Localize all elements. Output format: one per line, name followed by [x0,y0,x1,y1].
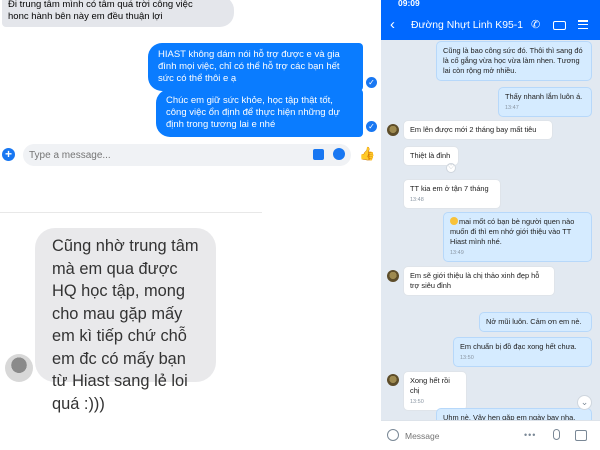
status-time: 09:09 [398,0,420,8]
message-bubble-incoming: Xong hết rồi chị 13:50 [403,371,467,411]
menu-icon[interactable] [578,20,588,30]
message-input[interactable] [23,144,351,166]
zalo-chat-screen: 09:09 ‹ Đường Nhựt Linh K95-1 ✆ Cũng là … [381,0,600,450]
message-composer: + 👍 [0,140,381,170]
message-text: Em sẽ giới thiệu là chị thảo xinh đẹp hỗ… [410,271,540,290]
message-text: Nở mũi luôn. Cảm ơn em nè. [486,317,582,326]
image-icon[interactable] [575,430,587,441]
scroll-down-icon[interactable]: ⌄ [577,395,592,410]
more-icon[interactable]: ••• [524,430,536,440]
messenger-chat-panel: Đi trung tâm mình có tâm quá trời công v… [0,0,381,175]
emoji-icon[interactable] [387,429,399,441]
outgoing-message: Chúc em giữ sức khỏe, học tập thật tốt, … [156,89,363,137]
message-composer: ••• [381,420,600,450]
message-time: 13:50 [460,355,474,361]
message-text: Thấy nhanh lắm luôn á. [505,92,583,101]
message-text: Em lên được mới 2 tháng bay mất tiêu [410,125,537,134]
message-text: Cũng là bao công sức đó. Thôi thì sang đ… [443,46,583,75]
message-bubble-outgoing: Cũng là bao công sức đó. Thôi thì sang đ… [436,41,592,81]
microphone-icon[interactable] [553,429,560,440]
message-time: 13:47 [505,105,519,111]
message-bubble-incoming: Em sẽ giới thiệu là chị thảo xinh đẹp hỗ… [403,266,555,296]
plus-icon[interactable]: + [2,148,15,161]
message-bubble: Cũng nhờ trung tâm mà em qua được HQ học… [35,228,216,413]
message-bubble-outgoing: Thấy nhanh lắm luôn á. 13:47 [498,87,592,117]
message-bubble-outgoing: Em chuẩn bị đồ đạc xong hết chưa. 13:50 [453,337,592,367]
message-input[interactable] [405,428,515,444]
avatar [387,374,399,386]
avatar [387,270,399,282]
message-text: Thiệt là đỉnh [410,151,451,160]
avatar [387,124,399,136]
message-time: 13:49 [450,250,464,256]
check-icon: ✓ [366,77,377,88]
avatar [5,354,33,382]
check-icon: ✓ [366,121,377,132]
contact-name[interactable]: Đường Nhựt Linh K95-1 [411,20,523,31]
emoji-icon[interactable] [333,148,345,160]
message-text: mai mốt có bạn bè người quen nào muốn đi… [450,217,575,246]
message-text: Xong hết rồi chị [410,376,450,395]
phone-icon[interactable]: ✆ [531,18,540,31]
status-bar: 09:09 [381,0,600,12]
video-call-icon[interactable] [553,21,566,30]
message-time: 13:48 [410,197,424,203]
heart-icon[interactable]: ♡ [446,163,456,173]
message-bubble-outgoing: mai mốt có bạn bè người quen nào muốn đi… [443,212,592,262]
smiley-icon [450,217,458,225]
message-bubble-incoming: TT kia em ở tận 7 tháng 13:48 [403,179,501,209]
divider [0,212,262,213]
message-bubble-outgoing: Nở mũi luôn. Cảm ơn em nè. [479,312,592,332]
outgoing-message: HIAST không dám nói hỗ trợ được e và gia… [148,43,363,91]
message-text: Cũng nhờ trung tâm mà em qua được HQ học… [52,237,199,413]
like-icon[interactable]: 👍 [359,146,375,162]
sticker-icon[interactable] [313,149,324,160]
message-text: TT kia em ở tận 7 tháng [410,184,489,193]
message-time: 13:50 [410,399,424,405]
back-arrow-icon[interactable]: ‹ [390,16,395,34]
message-text: Em chuẩn bị đồ đạc xong hết chưa. [460,342,577,351]
chat-header: ‹ Đường Nhựt Linh K95-1 ✆ [381,12,600,40]
incoming-message: Đi trung tâm mình có tâm quá trời công v… [2,0,234,27]
message-bubble-incoming: Em lên được mới 2 tháng bay mất tiêu [403,120,553,140]
